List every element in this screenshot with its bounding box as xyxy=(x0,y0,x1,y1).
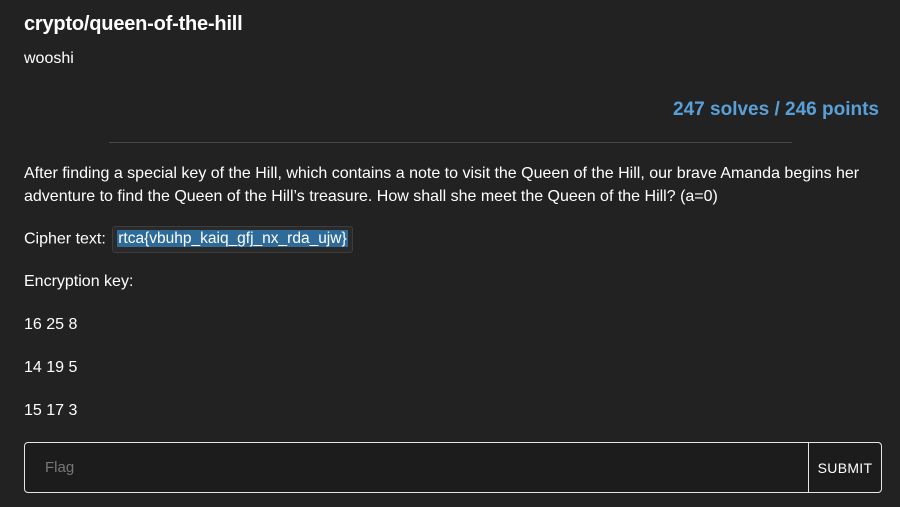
submit-button[interactable]: SUBMIT xyxy=(808,443,881,492)
challenge-card: crypto/queen-of-the-hill wooshi 247 solv… xyxy=(0,0,900,507)
key-row: 16 25 8 xyxy=(24,316,78,333)
flag-input[interactable] xyxy=(25,443,808,492)
cipher-label: Cipher text: xyxy=(24,230,106,248)
solves-points: 247 solves / 246 points xyxy=(673,99,879,120)
cipher-code[interactable]: rtca{vbuhp_kaiq_gfj_nx_rda_ujw} xyxy=(112,226,353,253)
challenge-description: After finding a special key of the Hill,… xyxy=(24,165,860,205)
key-row: 15 17 3 xyxy=(24,402,78,419)
key-row: 14 19 5 xyxy=(24,359,78,376)
cipher-text[interactable]: rtca{vbuhp_kaiq_gfj_nx_rda_ujw} xyxy=(117,230,348,247)
flag-form: SUBMIT xyxy=(24,442,882,493)
divider xyxy=(109,142,792,143)
key-label: Encryption key: xyxy=(24,273,134,290)
challenge-author: wooshi xyxy=(24,50,74,67)
challenge-title: crypto/queen-of-the-hill xyxy=(24,13,243,35)
cipher-line: Cipher text: rtca{vbuhp_kaiq_gfj_nx_rda_… xyxy=(24,226,353,253)
